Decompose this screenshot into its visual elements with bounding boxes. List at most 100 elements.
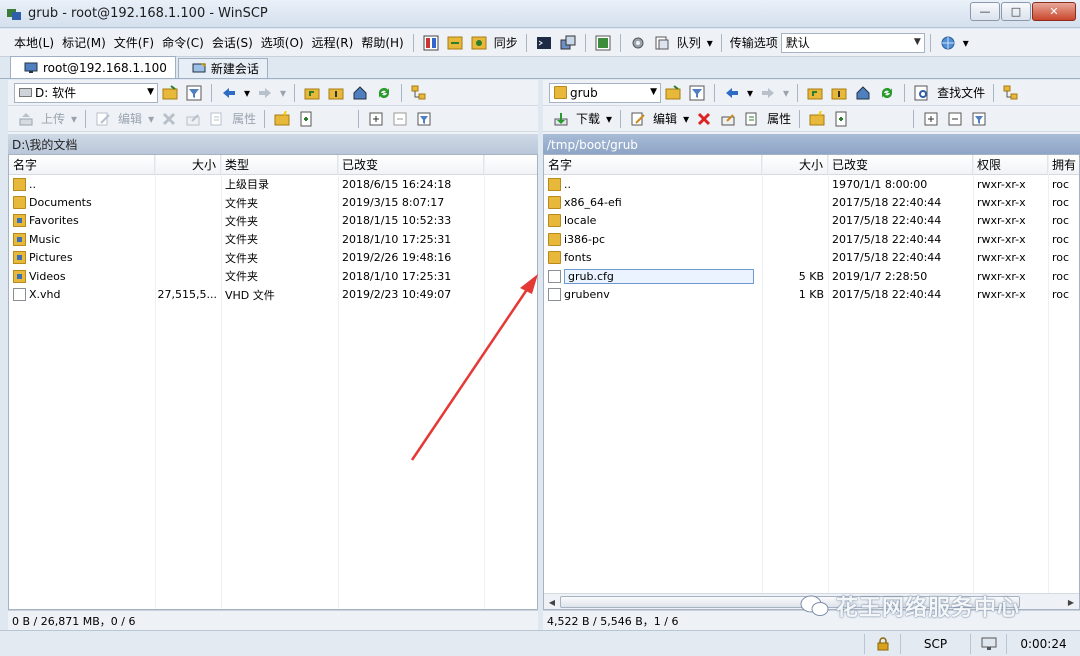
forward-dropdown-arrow[interactable]: ▾ [280, 86, 286, 100]
edit-dropdown-arrow[interactable]: ▾ [683, 112, 689, 126]
scroll-left-arrow-icon[interactable]: ◀ [545, 595, 559, 609]
back-arrow-icon[interactable] [220, 84, 238, 102]
back-arrow-icon[interactable] [723, 84, 741, 102]
col-header-changed[interactable]: 已改变 [338, 155, 484, 174]
table-row[interactable]: Favorites 文件夹 2018/1/15 10:52:33 [9, 212, 537, 230]
maximize-button[interactable]: □ [1001, 2, 1031, 21]
select-files-plus-icon[interactable] [922, 110, 940, 128]
putty-icon[interactable] [559, 34, 577, 52]
upload-button[interactable]: 上传 [41, 110, 65, 127]
synchronize-browse-icon[interactable] [446, 34, 464, 52]
open-folder-icon[interactable] [161, 84, 179, 102]
menu-mark[interactable]: 标记(M) [58, 34, 110, 51]
tree-view-icon[interactable] [1002, 84, 1020, 102]
table-row[interactable]: x86_64-efi 2017/5/18 22:40:44 rwxr-xr-x roc [544, 193, 1079, 211]
filter-selection-icon[interactable] [970, 110, 988, 128]
home-icon[interactable] [854, 84, 872, 102]
tree-view-icon[interactable] [410, 84, 428, 102]
col-header-type[interactable]: 类型 [221, 155, 338, 174]
col-header-size[interactable]: 大小 [155, 155, 221, 174]
synchronize-icon[interactable] [470, 34, 488, 52]
upload-dropdown-arrow[interactable]: ▾ [71, 112, 77, 126]
parent-directory-icon[interactable] [303, 84, 321, 102]
transfer-settings-dropdown[interactable]: 默认 ▼ [780, 32, 925, 53]
col-header-name[interactable]: 名字 [544, 155, 762, 174]
properties-icon[interactable] [743, 110, 761, 128]
edit-button[interactable]: 编辑 [118, 110, 142, 127]
root-directory-icon[interactable] [327, 84, 345, 102]
menu-local[interactable]: 本地(L) [10, 34, 58, 51]
unselect-files-minus-icon[interactable] [946, 110, 964, 128]
unselect-files-minus-icon[interactable] [391, 110, 409, 128]
download-button[interactable]: 下载 [576, 110, 600, 127]
table-row[interactable]: Videos 文件夹 2018/1/10 17:25:31 [9, 267, 537, 285]
download-dropdown-arrow[interactable]: ▾ [606, 112, 612, 126]
preferences-gear-icon[interactable] [629, 34, 647, 52]
table-row[interactable]: grub.cfg 5 KB 2019/1/7 2:28:50 rwxr-xr-x roc [544, 267, 1079, 285]
table-row[interactable]: X.vhd 27,515,5... VHD 文件 2019/2/23 10:49:07 [9, 285, 537, 303]
table-row[interactable]: i386-pc 2017/5/18 22:40:44 rwxr-xr-x roc [544, 230, 1079, 248]
edit-icon[interactable] [94, 110, 112, 128]
new-folder-icon[interactable] [808, 110, 826, 128]
select-files-plus-icon[interactable] [367, 110, 385, 128]
forward-arrow-icon[interactable] [256, 84, 274, 102]
local-drive-dropdown[interactable]: D: 软件 ▼ [14, 82, 158, 103]
refresh-icon[interactable] [375, 84, 393, 102]
filter-icon[interactable] [688, 84, 706, 102]
new-file-icon[interactable] [832, 110, 850, 128]
find-icon[interactable] [594, 34, 612, 52]
table-row[interactable]: Music 文件夹 2018/1/10 17:25:31 [9, 230, 537, 248]
tab-new-session[interactable]: 新建会话 [177, 58, 268, 78]
queue-dropdown-arrow[interactable]: ▾ [707, 36, 713, 50]
table-row[interactable]: .. 上级目录 2018/6/15 16:24:18 [9, 175, 537, 193]
menu-file[interactable]: 文件(F) [110, 34, 158, 51]
local-file-list[interactable]: 名字 大小 类型 已改变 .. 上级目录 2018/6/15 16:24:18 Doc… [8, 154, 538, 610]
rename-icon[interactable] [719, 110, 737, 128]
properties-button[interactable]: 属性 [232, 110, 256, 127]
table-row[interactable]: Pictures 文件夹 2019/2/26 19:48:16 [9, 249, 537, 267]
menu-options[interactable]: 选项(O) [257, 34, 308, 51]
menu-session[interactable]: 会话(S) [208, 34, 257, 51]
forward-dropdown-arrow[interactable]: ▾ [783, 86, 789, 100]
console-icon[interactable] [535, 34, 553, 52]
table-row[interactable]: .. 1970/1/1 8:00:00 rwxr-xr-x roc [544, 175, 1079, 193]
back-dropdown-arrow[interactable]: ▾ [747, 86, 753, 100]
table-row[interactable]: fonts 2017/5/18 22:40:44 rwxr-xr-x roc [544, 249, 1079, 267]
home-icon[interactable] [351, 84, 369, 102]
table-row[interactable]: Documents 文件夹 2019/3/15 8:07:17 [9, 193, 537, 211]
new-folder-icon[interactable] [273, 110, 291, 128]
menu-remote[interactable]: 远程(R) [308, 34, 358, 51]
find-files-button[interactable]: 查找文件 [937, 84, 985, 101]
upload-icon[interactable] [17, 110, 35, 128]
new-file-icon[interactable] [297, 110, 315, 128]
tab-session-root[interactable]: root@192.168.1.100 [10, 56, 176, 78]
queue-icon[interactable] [653, 34, 671, 52]
remote-file-list[interactable]: 名字 大小 已改变 权限 拥有 .. 1970/1/1 8:00:00 rwxr-x… [543, 154, 1080, 610]
col-header-size[interactable]: 大小 [762, 155, 828, 174]
download-icon[interactable] [552, 110, 570, 128]
menu-commands[interactable]: 命令(C) [158, 34, 208, 51]
find-files-icon[interactable] [913, 84, 931, 102]
table-row[interactable]: locale 2017/5/18 22:40:44 rwxr-xr-x roc [544, 212, 1079, 230]
filter-icon[interactable] [185, 84, 203, 102]
sync-button[interactable]: 同步 [494, 34, 518, 51]
globe-dropdown-arrow[interactable]: ▾ [963, 36, 969, 50]
menu-help[interactable]: 帮助(H) [357, 34, 407, 51]
filter-selection-icon[interactable] [415, 110, 433, 128]
remote-folder-dropdown[interactable]: grub ▼ [549, 82, 661, 103]
minimize-button[interactable]: — [970, 2, 1000, 21]
properties-icon[interactable] [208, 110, 226, 128]
rename-icon[interactable] [184, 110, 202, 128]
table-row[interactable]: grubenv 1 KB 2017/5/18 22:40:44 rwxr-xr-x ro… [544, 285, 1079, 303]
queue-button[interactable]: 队列 [677, 34, 701, 51]
col-header-owner[interactable]: 拥有 [1048, 155, 1079, 174]
properties-button[interactable]: 属性 [767, 110, 791, 127]
col-header-rights[interactable]: 权限 [973, 155, 1048, 174]
forward-arrow-icon[interactable] [759, 84, 777, 102]
close-button[interactable]: ✕ [1032, 2, 1076, 21]
back-dropdown-arrow[interactable]: ▾ [244, 86, 250, 100]
edit-dropdown-arrow[interactable]: ▾ [148, 112, 154, 126]
parent-directory-icon[interactable] [806, 84, 824, 102]
scroll-right-arrow-icon[interactable]: ▶ [1064, 595, 1078, 609]
delete-x-icon[interactable] [160, 110, 178, 128]
